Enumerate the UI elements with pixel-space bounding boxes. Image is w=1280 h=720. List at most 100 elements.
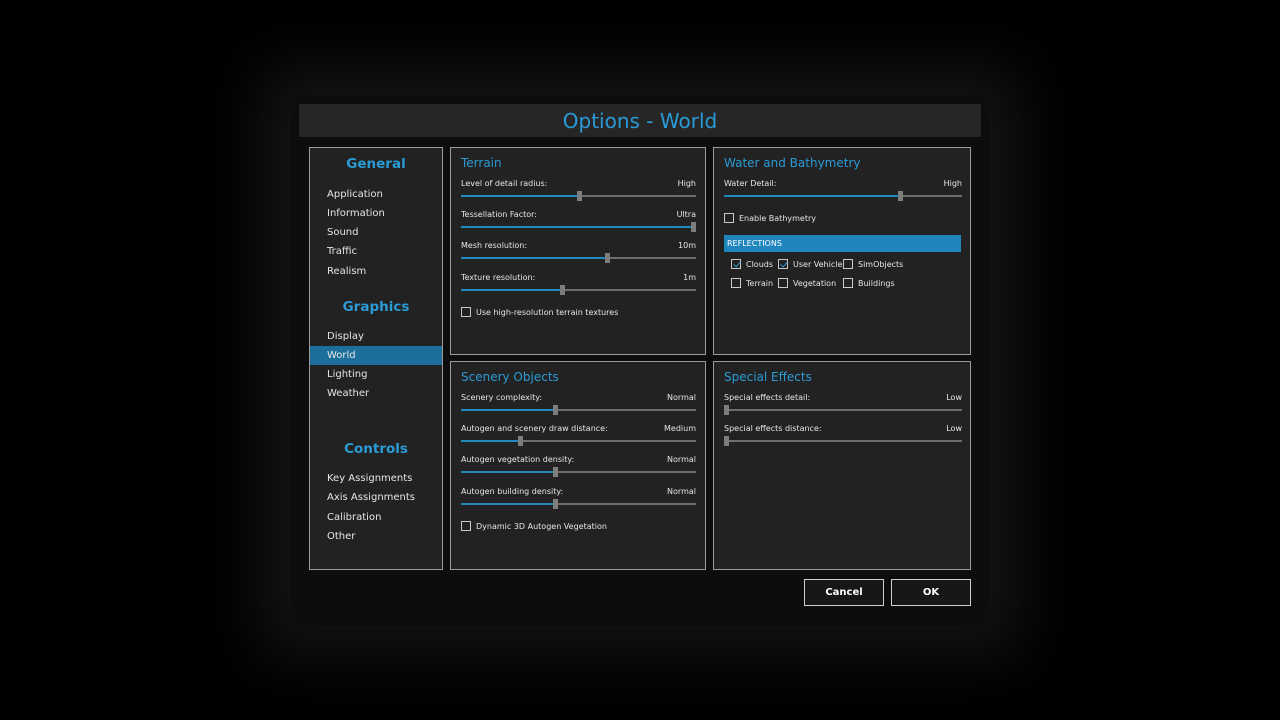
- ok-button[interactable]: OK: [891, 579, 971, 606]
- sidebar-item-realism[interactable]: Realism: [310, 262, 442, 281]
- sidebar-item-world[interactable]: World: [310, 346, 442, 365]
- draw-distance-slider[interactable]: [461, 436, 696, 446]
- scenery-panel-title: Scenery Objects: [461, 370, 559, 384]
- slider-thumb[interactable]: [560, 285, 566, 295]
- reflect-terrain-label: Terrain: [746, 278, 774, 288]
- reflect-user-vehicle-checkbox[interactable]: [778, 259, 788, 269]
- slider-thumb[interactable]: [691, 222, 696, 232]
- water-detail-value: High: [943, 179, 962, 188]
- reflect-simobjects-checkbox[interactable]: [843, 259, 853, 269]
- reflect-vegetation-checkbox[interactable]: [778, 278, 788, 288]
- vegetation-density-label: Autogen vegetation density:: [461, 455, 575, 464]
- effects-detail-setting: Special effects detail: Low: [724, 393, 962, 415]
- mesh-resolution-setting: Mesh resolution: 10m: [461, 241, 696, 263]
- scenery-complexity-slider[interactable]: [461, 405, 696, 415]
- water-detail-slider[interactable]: [724, 191, 962, 201]
- effects-distance-value: Low: [946, 424, 962, 433]
- bathymetry-label: Enable Bathymetry: [739, 213, 816, 223]
- effects-detail-label: Special effects detail:: [724, 393, 811, 402]
- cancel-button[interactable]: Cancel: [804, 579, 884, 606]
- water-detail-label: Water Detail:: [724, 179, 777, 188]
- reflect-buildings-label: Buildings: [858, 278, 895, 288]
- reflect-simobjects-label: SimObjects: [858, 259, 904, 269]
- dynamic-vegetation-checkbox[interactable]: [461, 521, 471, 531]
- sidebar-item-traffic[interactable]: Traffic: [310, 242, 442, 261]
- reflect-vegetation-label: Vegetation: [793, 278, 837, 288]
- slider-thumb[interactable]: [576, 191, 582, 201]
- texture-resolution-value: 1m: [683, 273, 696, 282]
- sidebar-item-calibration[interactable]: Calibration: [310, 508, 442, 527]
- scenery-panel: Scenery Objects Scenery complexity: Norm…: [450, 361, 706, 570]
- hires-textures-row: Use high-resolution terrain textures: [461, 307, 618, 317]
- sidebar-item-application[interactable]: Application: [310, 185, 442, 204]
- bathymetry-checkbox[interactable]: [724, 213, 734, 223]
- sidebar-item-lighting[interactable]: Lighting: [310, 365, 442, 384]
- sidebar-item-display[interactable]: Display: [310, 327, 442, 346]
- draw-distance-setting: Autogen and scenery draw distance: Mediu…: [461, 424, 696, 446]
- reflections-heading: REFLECTIONS: [724, 235, 961, 252]
- terrain-panel: Terrain Level of detail radius: High Tes…: [450, 147, 706, 355]
- sidebar-item-information[interactable]: Information: [310, 204, 442, 223]
- hires-textures-label: Use high-resolution terrain textures: [476, 307, 619, 317]
- mesh-resolution-value: 10m: [678, 241, 696, 250]
- slider-thumb[interactable]: [724, 405, 729, 415]
- lod-radius-label: Level of detail radius:: [461, 179, 548, 188]
- dialog-title: Options - World: [299, 104, 981, 137]
- reflect-buildings-checkbox[interactable]: [843, 278, 853, 288]
- reflect-simobjects-row: SimObjects: [843, 259, 903, 269]
- category-heading-controls: Controls: [344, 441, 408, 457]
- sidebar-item-key-assignments[interactable]: Key Assignments: [310, 469, 442, 488]
- scenery-complexity-label: Scenery complexity:: [461, 393, 543, 402]
- texture-resolution-setting: Texture resolution: 1m: [461, 273, 696, 295]
- reflect-terrain-row: Terrain: [731, 278, 773, 288]
- reflect-terrain-checkbox[interactable]: [731, 278, 741, 288]
- slider-thumb[interactable]: [604, 253, 610, 263]
- scenery-complexity-setting: Scenery complexity: Normal: [461, 393, 696, 415]
- slider-thumb[interactable]: [724, 436, 729, 446]
- scenery-complexity-value: Normal: [667, 393, 696, 402]
- reflect-user-vehicle-label: User Vehicle: [793, 259, 843, 269]
- building-density-value: Normal: [667, 487, 696, 496]
- mesh-resolution-slider[interactable]: [461, 253, 696, 263]
- slider-thumb[interactable]: [553, 499, 558, 509]
- building-density-setting: Autogen building density: Normal: [461, 487, 696, 509]
- vegetation-density-slider[interactable]: [461, 467, 696, 477]
- reflect-clouds-label: Clouds: [746, 259, 774, 269]
- draw-distance-value: Medium: [664, 424, 696, 433]
- effects-distance-slider[interactable]: [724, 436, 962, 446]
- sidebar-item-axis-assignments[interactable]: Axis Assignments: [310, 488, 442, 507]
- reflect-buildings-row: Buildings: [843, 278, 895, 288]
- sidebar-item-sound[interactable]: Sound: [310, 223, 442, 242]
- lod-radius-slider[interactable]: [461, 191, 696, 201]
- terrain-panel-title: Terrain: [461, 156, 502, 170]
- dynamic-vegetation-row: Dynamic 3D Autogen Vegetation: [461, 521, 607, 531]
- effects-detail-slider[interactable]: [724, 405, 962, 415]
- tessellation-label: Tessellation Factor:: [461, 210, 537, 219]
- effects-distance-setting: Special effects distance: Low: [724, 424, 962, 446]
- effects-distance-label: Special effects distance:: [724, 424, 822, 433]
- special-effects-panel-title: Special Effects: [724, 370, 812, 384]
- slider-thumb[interactable]: [553, 405, 558, 415]
- tessellation-setting: Tessellation Factor: Ultra: [461, 210, 696, 232]
- slider-thumb[interactable]: [553, 467, 558, 477]
- texture-resolution-slider[interactable]: [461, 285, 696, 295]
- texture-resolution-label: Texture resolution:: [461, 273, 536, 282]
- building-density-slider[interactable]: [461, 499, 696, 509]
- slider-thumb[interactable]: [898, 191, 904, 201]
- dynamic-vegetation-label: Dynamic 3D Autogen Vegetation: [476, 521, 607, 531]
- slider-thumb[interactable]: [517, 436, 523, 446]
- reflect-clouds-row: Clouds: [731, 259, 773, 269]
- mesh-resolution-label: Mesh resolution:: [461, 241, 528, 250]
- sidebar-item-weather[interactable]: Weather: [310, 384, 442, 403]
- reflect-user-vehicle-row: User Vehicle: [778, 259, 842, 269]
- sidebar-item-other[interactable]: Other: [310, 527, 442, 546]
- hires-textures-checkbox[interactable]: [461, 307, 471, 317]
- tessellation-slider[interactable]: [461, 222, 696, 232]
- tessellation-value: Ultra: [676, 210, 696, 219]
- draw-distance-label: Autogen and scenery draw distance:: [461, 424, 608, 433]
- category-sidebar: General Application Information Sound Tr…: [309, 147, 443, 570]
- lod-radius-setting: Level of detail radius: High: [461, 179, 696, 201]
- special-effects-panel: Special Effects Special effects detail: …: [713, 361, 971, 570]
- water-panel-title: Water and Bathymetry: [724, 156, 861, 170]
- reflect-clouds-checkbox[interactable]: [731, 259, 741, 269]
